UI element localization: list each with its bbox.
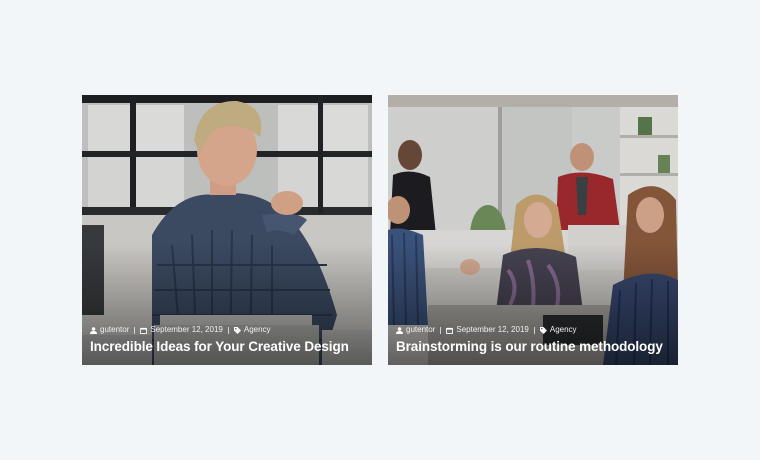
post-author-name: gutentor [406, 325, 436, 334]
post-category[interactable]: Agency [539, 325, 577, 335]
post-card[interactable]: gutentor September 12, 2019 Agency Incre… [82, 95, 372, 365]
post-meta: gutentor September 12, 2019 Agency [90, 325, 366, 335]
meta-divider [227, 326, 229, 334]
post-date[interactable]: September 12, 2019 [446, 325, 529, 335]
post-author[interactable]: gutentor [396, 325, 435, 335]
post-caption: gutentor September 12, 2019 Agency Incre… [90, 325, 366, 355]
post-title[interactable]: Incredible Ideas for Your Creative Desig… [90, 339, 366, 355]
tag-icon [539, 326, 547, 334]
meta-divider [533, 326, 535, 334]
post-caption: gutentor September 12, 2019 Agency Brain… [396, 325, 672, 355]
meta-divider [134, 326, 136, 334]
user-icon [90, 326, 97, 334]
tag-icon [233, 326, 241, 334]
post-date-text: September 12, 2019 [456, 325, 529, 334]
post-date-text: September 12, 2019 [150, 325, 223, 334]
post-title[interactable]: Brainstorming is our routine methodology [396, 339, 672, 355]
post-card[interactable]: gutentor September 12, 2019 Agency Brain… [388, 95, 678, 365]
post-date[interactable]: September 12, 2019 [140, 325, 223, 335]
post-category-text: Agency [243, 325, 271, 334]
post-author-name: gutentor [100, 325, 130, 334]
post-author[interactable]: gutentor [90, 325, 129, 335]
meta-divider [440, 326, 442, 334]
post-category-text: Agency [549, 325, 577, 334]
calendar-icon [446, 327, 454, 334]
post-category[interactable]: Agency [233, 325, 271, 335]
calendar-icon [140, 327, 148, 334]
user-icon [396, 326, 403, 334]
post-meta: gutentor September 12, 2019 Agency [396, 325, 672, 335]
